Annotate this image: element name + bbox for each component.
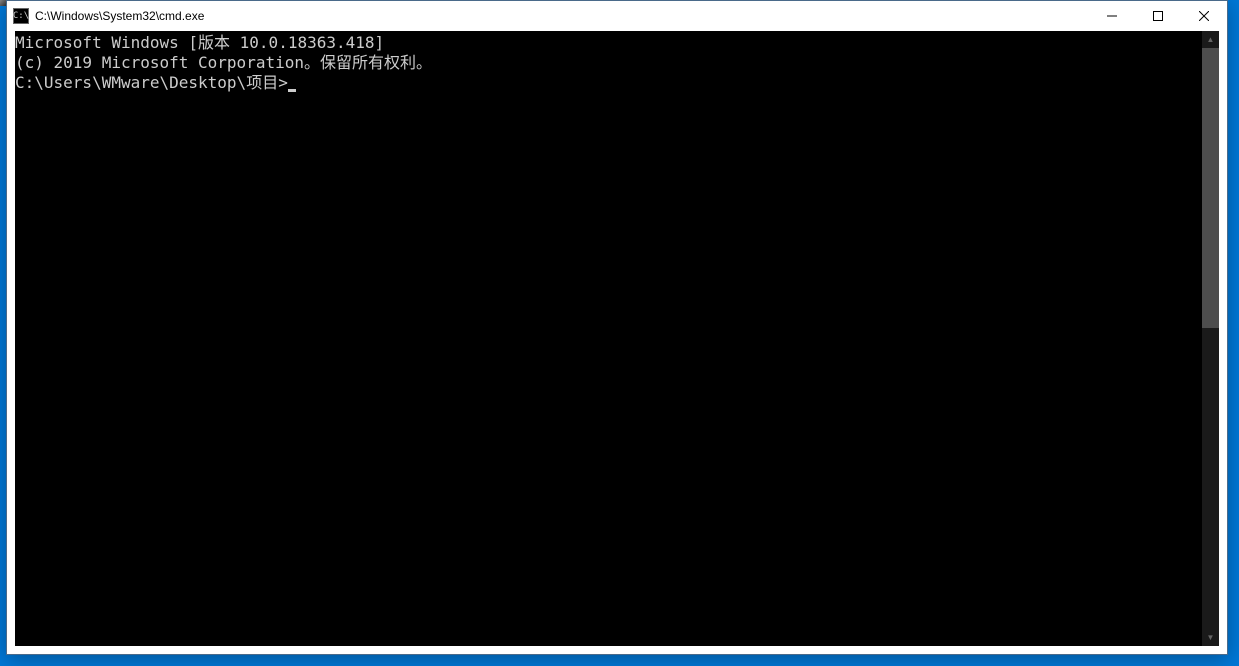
titlebar[interactable]: C:\ C:\Windows\System32\cmd.exe [7, 1, 1227, 31]
close-icon [1199, 11, 1209, 21]
terminal-container: Microsoft Windows [版本 10.0.18363.418](c)… [15, 31, 1219, 646]
terminal[interactable]: Microsoft Windows [版本 10.0.18363.418](c)… [15, 31, 1202, 646]
titlebar-left: C:\ C:\Windows\System32\cmd.exe [7, 8, 204, 24]
window-title: C:\Windows\System32\cmd.exe [35, 9, 204, 23]
close-button[interactable] [1181, 1, 1227, 31]
terminal-prompt: C:\Users\WMware\Desktop\项目> [15, 73, 288, 92]
scrollbar-up-icon[interactable]: ▲ [1202, 31, 1219, 48]
window-controls [1089, 1, 1227, 31]
scrollbar-thumb[interactable] [1202, 48, 1219, 328]
terminal-line-version: Microsoft Windows [版本 10.0.18363.418] [15, 33, 1202, 53]
terminal-line-copyright: (c) 2019 Microsoft Corporation。保留所有权利。 [15, 53, 1202, 73]
maximize-icon [1153, 11, 1163, 21]
minimize-button[interactable] [1089, 1, 1135, 31]
cmd-window: C:\ C:\Windows\System32\cmd.exe [6, 0, 1228, 655]
scrollbar[interactable]: ▲ ▼ [1202, 31, 1219, 646]
cursor-icon [288, 89, 296, 92]
terminal-prompt-line: C:\Users\WMware\Desktop\项目> [15, 73, 1202, 93]
minimize-icon [1107, 11, 1117, 21]
cmd-icon: C:\ [13, 8, 29, 24]
scrollbar-down-icon[interactable]: ▼ [1202, 629, 1219, 646]
maximize-button[interactable] [1135, 1, 1181, 31]
